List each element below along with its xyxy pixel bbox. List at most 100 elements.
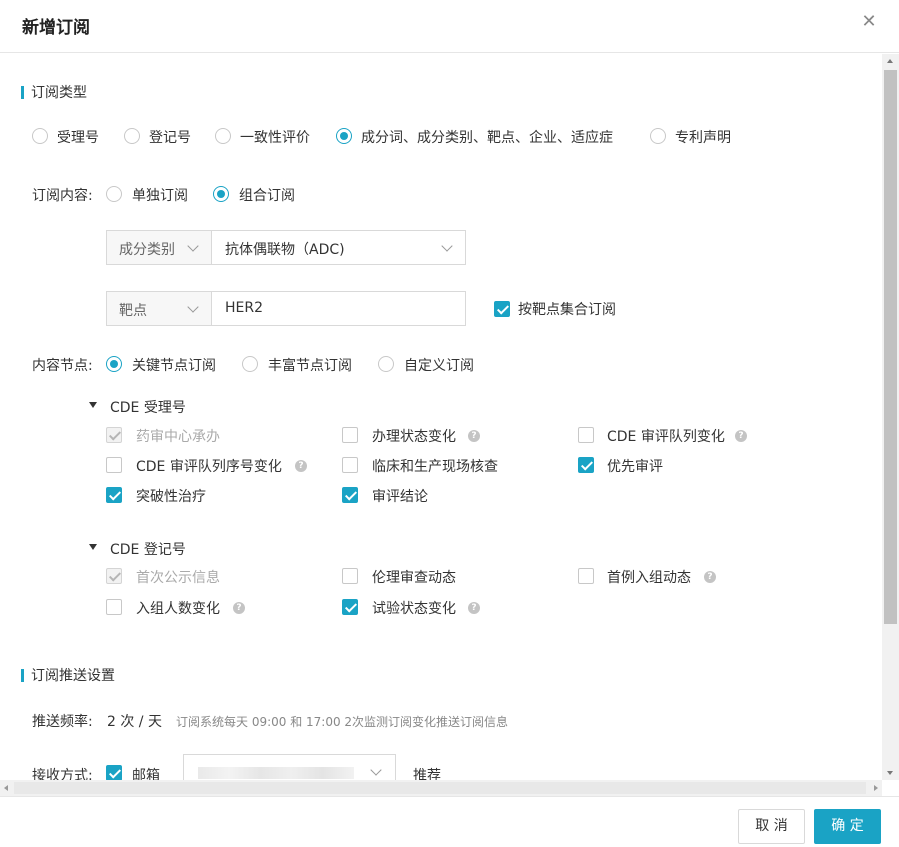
redacted-email (198, 767, 354, 779)
radio-type-register-no[interactable] (124, 128, 140, 144)
subscription-dialog: 新增订阅 ✕ 订阅类型 受理号 登记号 一致性评价 成分词、成分类别、靶点、企业… (0, 0, 899, 847)
question-circle-icon[interactable]: ? (704, 571, 716, 583)
radio-label: 专利声明 (675, 130, 731, 146)
section-accent-bar (21, 86, 24, 99)
radio-label: 关键节点订阅 (132, 358, 216, 374)
question-circle-icon[interactable]: ? (233, 602, 245, 614)
filter-type-dropdown[interactable]: 成分类别 (107, 231, 212, 264)
filter-type-label: 成分类别 (119, 242, 175, 258)
chevron-down-icon (370, 764, 382, 776)
checkbox-label: 优先审评 (607, 459, 663, 475)
close-icon[interactable]: ✕ (859, 11, 879, 33)
group-title-accept[interactable]: CDE 受理号 (110, 397, 186, 417)
chevron-down-icon (187, 240, 199, 252)
chevron-down-icon (441, 240, 453, 252)
filter-type-label: 靶点 (119, 303, 147, 319)
checkbox-label: CDE 审评队列变化 (607, 429, 725, 445)
checkbox-label: 首例入组动态 (607, 570, 691, 586)
question-circle-icon[interactable]: ? (735, 430, 747, 442)
push-frequency-value: 2 次 / 天 (107, 714, 162, 730)
section-accent-bar (21, 669, 24, 682)
scroll-right-icon[interactable] (874, 785, 878, 791)
target-input[interactable]: HER2 (225, 300, 263, 316)
checkbox-first-publish (106, 568, 122, 584)
radio-label: 丰富节点订阅 (268, 358, 352, 374)
checkbox-first-enrollment[interactable] (578, 568, 594, 584)
target-input-group: 靶点 HER2 (106, 291, 466, 326)
checkbox-label: 入组人数变化 (136, 601, 220, 617)
checkbox-label: 临床和生产现场核查 (372, 459, 498, 475)
radio-single-subscription[interactable] (106, 186, 122, 202)
radio-label: 受理号 (57, 130, 99, 146)
vertical-scrollbar[interactable] (882, 54, 899, 780)
section-title-type: 订阅类型 (31, 85, 87, 101)
caret-down-icon[interactable] (89, 544, 97, 550)
checkbox-site-inspection[interactable] (342, 457, 358, 473)
chevron-down-icon (187, 301, 199, 313)
radio-label: 成分词、成分类别、靶点、企业、适应症 (361, 130, 613, 146)
question-circle-icon[interactable]: ? (468, 602, 480, 614)
dialog-header: 新增订阅 ✕ (0, 0, 899, 53)
scroll-thumb[interactable] (884, 70, 897, 624)
radio-type-accept-no[interactable] (32, 128, 48, 144)
radio-key-nodes[interactable] (106, 356, 122, 372)
checkbox-label: 试验状态变化 (372, 601, 456, 617)
dialog-footer: 取 消 确 定 (0, 796, 899, 847)
radio-label: 一致性评价 (240, 130, 310, 146)
group-title-register[interactable]: CDE 登记号 (110, 539, 186, 559)
checkbox-status-change[interactable] (342, 427, 358, 443)
checkbox-queue-change[interactable] (578, 427, 594, 443)
section-title-push: 订阅推送设置 (31, 668, 115, 684)
checkbox-label: 伦理审查动态 (372, 570, 456, 586)
checkbox-ethics-review[interactable] (342, 568, 358, 584)
push-frequency-label: 推送频率: (32, 714, 93, 730)
radio-type-patent[interactable] (650, 128, 666, 144)
aggregate-by-target-label: 按靶点集合订阅 (518, 302, 616, 318)
checkbox-label: 审评结论 (372, 489, 428, 505)
email-checkbox[interactable] (106, 765, 122, 780)
radio-label: 登记号 (149, 130, 191, 146)
checkbox-label: 首次公示信息 (136, 570, 220, 586)
radio-label: 自定义订阅 (404, 358, 474, 374)
scroll-left-icon[interactable] (4, 785, 8, 791)
checkbox-priority-review[interactable] (578, 457, 594, 473)
filter-type-dropdown[interactable]: 靶点 (107, 292, 212, 325)
checkbox-enrollment-count[interactable] (106, 599, 122, 615)
filter-value: 抗体偶联物（ADC) (225, 242, 345, 258)
scroll-up-icon[interactable] (887, 59, 893, 63)
content-node-label: 内容节点: (32, 358, 93, 374)
ingredient-category-select[interactable]: 成分类别 抗体偶联物（ADC) (106, 230, 466, 265)
cancel-button[interactable]: 取 消 (738, 809, 805, 844)
checkbox-label: CDE 审评队列序号变化 (136, 459, 282, 475)
email-select[interactable] (183, 754, 396, 780)
radio-custom-nodes[interactable] (378, 356, 394, 372)
question-circle-icon[interactable]: ? (468, 430, 480, 442)
content-label: 订阅内容: (32, 188, 93, 204)
checkbox-label: 突破性治疗 (136, 489, 206, 505)
radio-rich-nodes[interactable] (242, 356, 258, 372)
confirm-button[interactable]: 确 定 (814, 809, 881, 844)
aggregate-by-target-checkbox[interactable] (494, 301, 510, 317)
caret-down-icon[interactable] (89, 402, 97, 408)
checkbox-review-conclusion[interactable] (342, 487, 358, 503)
scroll-down-icon[interactable] (887, 771, 893, 775)
radio-label: 单独订阅 (132, 188, 188, 204)
email-label: 邮箱 (132, 768, 160, 780)
horizontal-scrollbar[interactable] (0, 780, 882, 796)
checkbox-queue-seq-change[interactable] (106, 457, 122, 473)
checkbox-label: 药审中心承办 (136, 429, 220, 445)
checkbox-drug-center (106, 427, 122, 443)
checkbox-breakthrough[interactable] (106, 487, 122, 503)
push-frequency-note: 订阅系统每天 09:00 和 17:00 2次监测订阅变化推送订阅信息 (176, 715, 509, 729)
checkbox-label: 办理状态变化 (372, 429, 456, 445)
recommend-label: 推荐 (413, 768, 441, 780)
radio-combined-subscription[interactable] (213, 186, 229, 202)
dialog-body: 订阅类型 受理号 登记号 一致性评价 成分词、成分类别、靶点、企业、适应症 专利… (0, 54, 882, 780)
checkbox-trial-status[interactable] (342, 599, 358, 615)
receive-method-label: 接收方式: (32, 768, 93, 780)
radio-label: 组合订阅 (239, 188, 295, 204)
radio-type-consistency[interactable] (215, 128, 231, 144)
question-circle-icon[interactable]: ? (295, 460, 307, 472)
radio-type-ingredient[interactable] (336, 128, 352, 144)
scroll-thumb[interactable] (14, 782, 866, 794)
